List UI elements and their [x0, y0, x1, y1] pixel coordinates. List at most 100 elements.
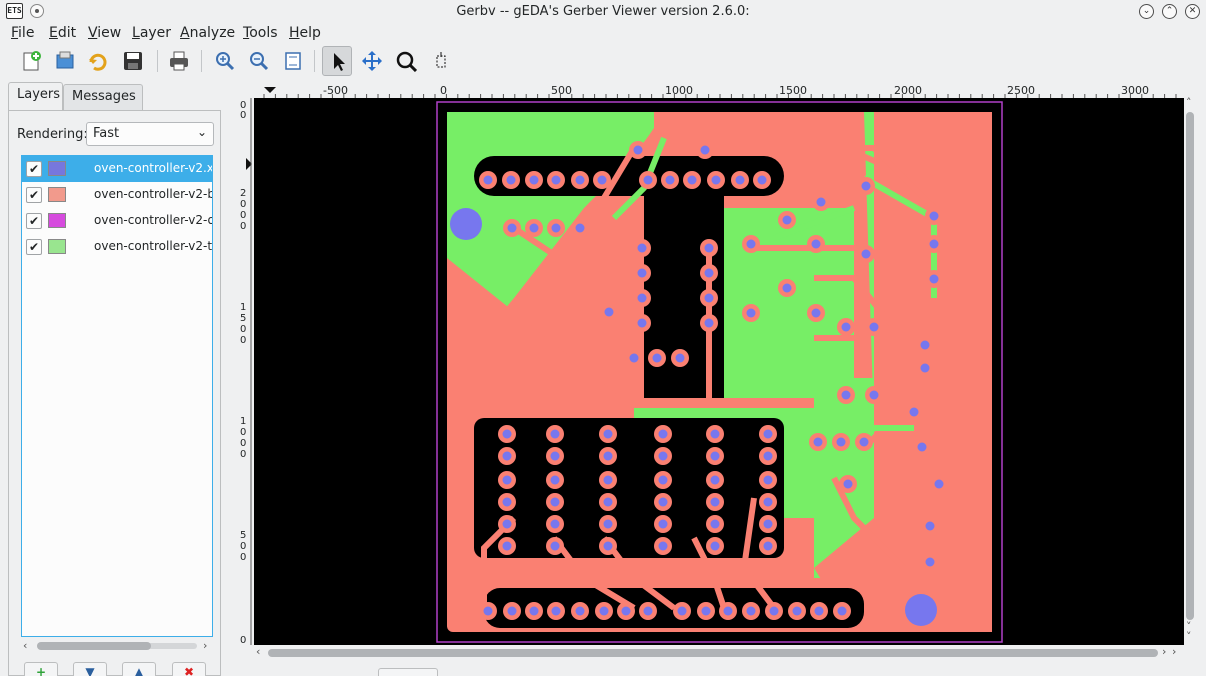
drill-hole: [658, 451, 668, 461]
canvas-vertical-scrollbar[interactable]: ˄ ˅ ˅: [1184, 96, 1198, 645]
scrollbar-thumb[interactable]: [1186, 112, 1194, 620]
move-up-button[interactable]: ▲: [122, 662, 156, 676]
add-layer-button[interactable]: +: [24, 662, 58, 676]
layer-visible-checkbox[interactable]: ✔: [26, 161, 42, 177]
menu-file[interactable]: File: [11, 25, 34, 41]
revert-button[interactable]: [83, 46, 113, 76]
drill-hole: [658, 541, 668, 551]
drill-hole: [861, 181, 871, 191]
menu-help[interactable]: Help: [289, 25, 321, 41]
pan-tool-button[interactable]: [357, 46, 387, 76]
scroll-left-icon[interactable]: ‹: [256, 645, 260, 658]
menu-analyze[interactable]: Analyze: [180, 25, 235, 41]
drill-hole: [604, 307, 614, 317]
drill-hole: [814, 606, 824, 616]
scroll-left-icon[interactable]: ‹: [23, 639, 27, 652]
ruler-v-graphic: 00 2000 1500 1000 500 0: [240, 98, 252, 646]
drill-hole: [869, 390, 879, 400]
minimize-button[interactable]: ⌄: [1139, 4, 1154, 19]
drill-hole: [603, 475, 613, 485]
menu-tools[interactable]: Tools: [243, 25, 278, 41]
menu-edit[interactable]: Edit: [49, 25, 76, 41]
drill-hole: [502, 519, 512, 529]
svg-text:1: 1: [240, 302, 246, 313]
layer-list-scrollbar[interactable]: ‹ ›: [21, 639, 213, 653]
layer-color-swatch[interactable]: [48, 239, 66, 254]
rendering-select[interactable]: Fast ⌄: [86, 122, 214, 146]
drill-hole: [658, 475, 668, 485]
drill-hole: [603, 541, 613, 551]
save-icon: [124, 52, 142, 70]
scroll-right-icon[interactable]: ›: [1172, 645, 1176, 658]
pcb-view[interactable]: [254, 98, 1184, 645]
svg-text:0: 0: [240, 335, 246, 346]
zoom-tool-button[interactable]: [391, 46, 421, 76]
gerber-canvas[interactable]: [254, 98, 1184, 645]
layer-visible-checkbox[interactable]: ✔: [26, 213, 42, 229]
revert-icon: [89, 53, 107, 71]
layer-row[interactable]: ✔ oven-controller-v2.xln: [22, 156, 212, 182]
maximize-button[interactable]: ⌃: [1162, 4, 1177, 19]
toolbar-separator: [201, 50, 202, 72]
drill-hole: [841, 322, 851, 332]
window-title: Gerbv -- gEDA's Gerber Viewer version 2.…: [456, 4, 750, 19]
scrollbar-thumb[interactable]: [268, 649, 1158, 657]
zoom-out-button[interactable]: [244, 46, 274, 76]
drill-hole: [704, 243, 714, 253]
menu-view[interactable]: View: [88, 25, 121, 41]
drill-hole: [483, 175, 493, 185]
save-button[interactable]: [118, 46, 148, 76]
layers-panel: Rendering: Fast ⌄ ✔ oven-controller-v2.x…: [8, 110, 221, 676]
pointer-tool-button[interactable]: [322, 46, 352, 76]
drill-hole: [710, 451, 720, 461]
drill-hole: [665, 175, 675, 185]
zoom-fit-button[interactable]: [278, 46, 308, 76]
menu-layer[interactable]: Layer: [132, 25, 171, 41]
layer-visible-checkbox[interactable]: ✔: [26, 239, 42, 255]
scroll-up-icon[interactable]: ˄: [1186, 96, 1192, 109]
scrollbar-thumb[interactable]: [37, 642, 151, 650]
close-button[interactable]: ✕: [1185, 4, 1200, 19]
layer-list[interactable]: ✔ oven-controller-v2.xln ✔ oven-controll…: [21, 155, 213, 637]
tab-messages[interactable]: Messages: [63, 84, 143, 110]
title-bar: ETS Gerbv -- gEDA's Gerber Viewer versio…: [0, 0, 1206, 22]
layer-row[interactable]: ✔ oven-controller-v2-bottom.gbr: [22, 182, 212, 208]
scroll-down-icon[interactable]: ˅: [1186, 630, 1192, 643]
drill-hole: [763, 519, 773, 529]
drill-hole: [597, 175, 607, 185]
layer-row[interactable]: ✔ oven-controller-v2-top.gbr: [22, 234, 212, 260]
drill-hole: [575, 223, 585, 233]
drill-hole: [637, 318, 647, 328]
drill-hole: [687, 175, 697, 185]
layer-color-swatch[interactable]: [48, 213, 66, 228]
drill-hole: [529, 175, 539, 185]
ruler-label: 3000: [1121, 84, 1149, 97]
print-button[interactable]: [164, 46, 194, 76]
drill-hole: [934, 479, 944, 489]
scroll-right-icon[interactable]: ›: [1162, 645, 1166, 658]
tab-layers[interactable]: Layers: [8, 82, 63, 110]
layer-color-swatch[interactable]: [48, 187, 66, 202]
canvas-horizontal-scrollbar[interactable]: ‹ › ›: [254, 645, 1184, 661]
layer-row[interactable]: ✔ oven-controller-v2-outline.gbr: [22, 208, 212, 234]
new-project-button[interactable]: [16, 46, 46, 76]
layer-visible-checkbox[interactable]: ✔: [26, 187, 42, 203]
zoom-in-button[interactable]: [210, 46, 240, 76]
drill-hole: [483, 606, 493, 616]
pan-tool-icon: [362, 51, 382, 71]
zoom-out-icon: [250, 52, 269, 71]
drill-hole: [658, 519, 668, 529]
scroll-right-icon[interactable]: ›: [203, 639, 207, 652]
layer-color-swatch[interactable]: [48, 161, 66, 176]
drill-hole: [550, 429, 560, 439]
drill-hole: [550, 451, 560, 461]
open-button[interactable]: [50, 46, 80, 76]
measure-tool-button[interactable]: [426, 46, 456, 76]
print-icon: [170, 51, 188, 71]
svg-text:0: 0: [240, 449, 246, 460]
drill-hole: [710, 541, 720, 551]
move-down-button[interactable]: ▼: [73, 662, 107, 676]
svg-text:1: 1: [240, 416, 246, 427]
drill-hole: [637, 243, 647, 253]
remove-layer-button[interactable]: ✖: [172, 662, 206, 676]
